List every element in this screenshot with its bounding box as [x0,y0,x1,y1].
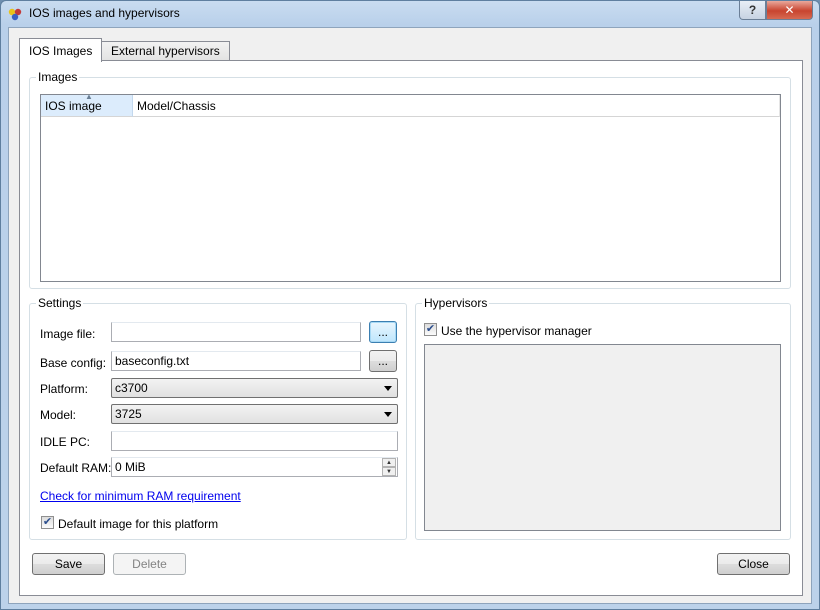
spin-down-icon[interactable]: ▼ [382,467,396,476]
default-ram-spinner[interactable]: ▲ ▼ [382,458,396,476]
platform-select[interactable]: c3700 [111,378,398,398]
close-button[interactable]: Close [717,553,790,575]
image-file-browse-button[interactable]: ... [369,321,397,343]
window-close-button[interactable]: ✕ [766,1,813,20]
images-group-title: Images [36,70,80,84]
default-image-label[interactable]: Default image for this platform [58,517,218,531]
model-select[interactable]: 3725 [111,404,398,424]
app-icon [8,8,22,21]
idle-pc-input[interactable] [111,431,398,451]
sort-indicator-icon: ▲ [85,92,93,101]
chevron-down-icon [384,412,392,417]
default-ram-label: Default RAM: [40,461,112,475]
column-header-model-chassis-label: Model/Chassis [137,98,216,113]
delete-button[interactable]: Delete [113,553,186,575]
image-file-input[interactable] [111,322,361,342]
platform-select-value: c3700 [115,381,148,395]
tab-ios-images[interactable]: IOS Images [19,38,103,62]
dialog-client-area: IOS Images External hypervisors Images I… [8,27,812,604]
checkmark-icon: ✔ [425,323,436,335]
column-header-model-chassis[interactable]: Model/Chassis [133,95,780,117]
ram-requirement-link[interactable]: Check for minimum RAM requirement [40,489,241,503]
save-button[interactable]: Save [32,553,105,575]
idle-pc-label: IDLE PC: [40,435,91,449]
title-bar[interactable]: IOS images and hypervisors ? ✕ [1,1,819,27]
tab-panel-ios-images: Images IOS image ▲ Model/Chassis Setting… [19,60,803,596]
checkmark-icon: ✔ [42,516,53,528]
help-button[interactable]: ? [739,1,766,20]
window-title: IOS images and hypervisors [29,6,180,20]
default-image-checkbox[interactable]: ✔ [41,516,54,529]
use-hypervisor-manager-label[interactable]: Use the hypervisor manager [441,324,592,338]
base-config-browse-button[interactable]: ... [369,350,397,372]
use-hypervisor-manager-checkbox[interactable]: ✔ [424,323,437,336]
platform-label: Platform: [40,382,89,396]
tab-external-hypervisors[interactable]: External hypervisors [101,41,230,60]
hypervisors-group-title: Hypervisors [422,296,490,310]
column-header-ios-image[interactable]: IOS image ▲ [41,92,133,117]
default-ram-spinbox[interactable]: 0 MiB [111,457,398,477]
settings-group-title: Settings [36,296,84,310]
base-config-input[interactable]: baseconfig.txt [111,351,361,371]
spin-up-icon[interactable]: ▲ [382,458,396,467]
model-label: Model: [40,408,77,422]
images-table[interactable]: IOS image ▲ Model/Chassis [40,92,781,282]
base-config-label: Base config: [40,356,107,370]
dialog-window: IOS images and hypervisors ? ✕ IOS Image… [0,0,820,610]
image-file-label: Image file: [40,327,96,341]
hypervisor-list[interactable] [424,344,781,531]
model-select-value: 3725 [115,407,142,421]
column-header-ios-image-label: IOS image [45,98,102,113]
default-ram-value: 0 MiB [115,460,146,474]
chevron-down-icon [384,386,392,391]
